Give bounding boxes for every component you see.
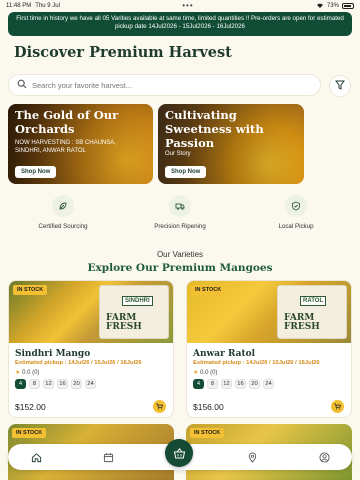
pickup-dates: Estimated pickup : 14Jul26 / 15Jul26 / 1… [193, 360, 320, 366]
stock-badge: IN STOCK [191, 285, 226, 295]
wifi-icon [316, 2, 324, 10]
product-image: RATOL FARM FRESH IN STOCK [187, 281, 351, 343]
quantity-chip[interactable]: 4 [193, 379, 204, 389]
status-date: Thu 9 Jul [35, 2, 60, 9]
add-to-cart-button[interactable] [331, 400, 344, 413]
leaf-icon [52, 195, 74, 217]
product-image: SINDHRI FARM FRESH IN STOCK [9, 281, 173, 343]
promo-subtitle: NOW HARVESTING : SB CHAUNSA, SINDHRI, AN… [15, 140, 116, 154]
filter-icon [335, 77, 345, 95]
cart-icon [334, 403, 341, 410]
shop-now-button[interactable]: Shop Now [15, 166, 57, 178]
quantity-chip[interactable]: 12 [43, 379, 54, 389]
location-icon[interactable] [246, 451, 258, 463]
feature-label: Precision Ripening [154, 223, 206, 230]
rating-value: 0.0 (0) [22, 370, 40, 376]
star-icon: ★ [193, 370, 199, 376]
quantity-options: 4 8 12 16 20 24 [15, 379, 96, 389]
home-icon[interactable] [30, 451, 42, 463]
quantity-chip[interactable]: 8 [29, 379, 40, 389]
section-title: Explore Our Premium Mangoes [87, 262, 273, 274]
status-bar: 11:48 PM Thu 9 Jul ••• 73% [0, 0, 360, 11]
user-icon[interactable] [318, 451, 330, 463]
box-text: FARM FRESH [106, 313, 142, 332]
promo-title: Cultivating Sweetness with Passion [165, 108, 264, 150]
promo-subtitle: Our Story [165, 151, 191, 157]
more-dots-icon: ••• [182, 0, 194, 10]
product-name: Anwar Ratol [193, 349, 256, 359]
announcement-banner: First time in history we have all 05 Var… [8, 12, 352, 36]
cart-fab-button[interactable] [165, 439, 193, 467]
feature-precision-ripening: Precision Ripening [138, 195, 222, 230]
feature-label: Certified Sourcing [38, 223, 88, 230]
filter-button[interactable] [329, 75, 351, 97]
cart-icon [156, 403, 163, 410]
page-title: Discover Premium Harvest [14, 44, 232, 61]
feature-label: Local Pickup [278, 223, 314, 230]
quantity-chip[interactable]: 20 [249, 379, 260, 389]
promo-banner-story[interactable]: Cultivating Sweetness with Passion Our S… [158, 104, 304, 184]
quantity-chip[interactable]: 16 [57, 379, 68, 389]
stock-badge: IN STOCK [12, 428, 47, 438]
product-card-sindhri[interactable]: SINDHRI FARM FRESH IN STOCK Sindhri Mang… [8, 280, 174, 418]
promo-banner-harvest[interactable]: The Gold of Our Orchards NOW HARVESTING … [8, 104, 153, 184]
battery-icon [341, 2, 354, 9]
quantity-chip[interactable]: 8 [207, 379, 218, 389]
search-bar[interactable] [8, 74, 321, 96]
banner-text: First time in history we have all 05 Var… [16, 15, 344, 30]
box-text: FARM FRESH [284, 313, 320, 332]
product-rating: ★ 0.0 (0) [193, 369, 217, 376]
quantity-chip[interactable]: 4 [15, 379, 26, 389]
calendar-icon[interactable] [102, 451, 114, 463]
quantity-chip[interactable]: 20 [71, 379, 82, 389]
search-icon [17, 76, 27, 94]
quantity-options: 4 8 12 16 20 24 [193, 379, 274, 389]
star-icon: ★ [15, 370, 21, 376]
search-input[interactable] [32, 80, 312, 90]
box-brand: SINDHRI [122, 296, 153, 306]
status-time: 11:48 PM [6, 2, 32, 9]
add-to-cart-button[interactable] [153, 400, 166, 413]
pickup-dates: Estimated pickup : 14Jul26 / 15Jul26 / 1… [15, 360, 142, 366]
basket-icon [173, 447, 185, 458]
feature-local-pickup: Local Pickup [254, 195, 338, 230]
quantity-chip[interactable]: 24 [85, 379, 96, 389]
stock-badge: IN STOCK [190, 428, 225, 438]
mango-box-image: SINDHRI FARM FRESH [99, 285, 169, 339]
shield-check-icon [285, 195, 307, 217]
mango-box-image: RATOL FARM FRESH [277, 285, 347, 339]
product-price: $156.00 [193, 402, 224, 412]
stock-badge: IN STOCK [13, 285, 48, 295]
quantity-chip[interactable]: 16 [235, 379, 246, 389]
promo-title: The Gold of Our Orchards [15, 108, 119, 136]
section-subtitle: Our Varieties [156, 250, 204, 259]
feature-certified-sourcing: Certified Sourcing [21, 195, 105, 230]
product-price: $152.00 [15, 402, 46, 412]
rating-value: 0.0 (0) [200, 370, 218, 376]
product-card-anwar-ratol[interactable]: RATOL FARM FRESH IN STOCK Anwar Ratol Es… [186, 280, 352, 418]
truck-icon [169, 195, 191, 217]
quantity-chip[interactable]: 12 [221, 379, 232, 389]
product-name: Sindhri Mango [15, 349, 91, 359]
shop-now-button[interactable]: Shop Now [165, 166, 207, 178]
box-brand: RATOL [300, 296, 327, 306]
battery-percent: 73% [326, 2, 339, 9]
quantity-chip[interactable]: 24 [263, 379, 274, 389]
product-rating: ★ 0.0 (0) [15, 369, 39, 376]
